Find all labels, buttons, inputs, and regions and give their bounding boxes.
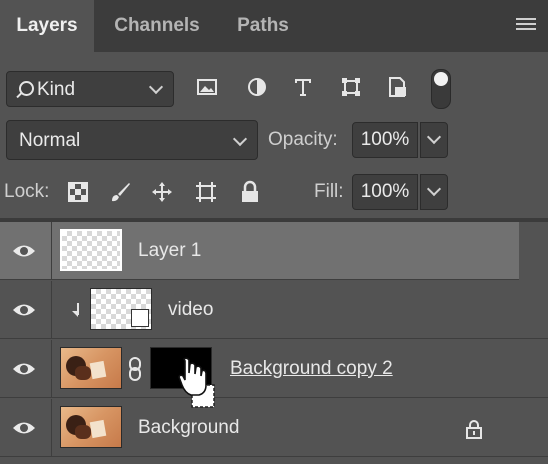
lock-row: Lock: Fill: 100% [0, 170, 548, 214]
blend-row: Normal Opacity: 100% [0, 120, 548, 160]
opacity-input[interactable]: 100% [352, 122, 418, 158]
kind-filter-label: Kind [37, 79, 76, 100]
fill-label: Fill: [314, 181, 344, 202]
chevron-down-icon [426, 181, 442, 197]
blend-mode-dropdown[interactable]: Normal [6, 120, 258, 160]
smart-object-badge-icon [131, 309, 149, 327]
layer-name[interactable]: video [168, 281, 213, 339]
lock-position-icon[interactable] [150, 180, 174, 204]
opacity-dropdown[interactable] [420, 122, 448, 158]
clipping-mask-arrow-icon [72, 303, 79, 317]
blend-mode-label: Normal [19, 130, 81, 151]
eye-icon [13, 245, 35, 257]
layer-row-background[interactable]: Background [0, 399, 548, 457]
tab-channels[interactable]: Channels [94, 0, 220, 52]
lock-artboard-icon[interactable] [194, 180, 218, 204]
link-chain-icon[interactable] [128, 356, 142, 382]
layer-thumbnail[interactable] [60, 347, 122, 389]
type-filter-icon[interactable] [292, 76, 314, 98]
hand-drag-cursor-icon [178, 357, 215, 408]
opacity-label: Opacity: [268, 129, 338, 150]
layer-row-background-copy-2[interactable]: Background copy 2 [0, 340, 548, 398]
eye-icon [13, 363, 35, 375]
search-icon [19, 81, 34, 96]
layer-thumbnail[interactable] [60, 229, 122, 271]
eye-icon [13, 304, 35, 316]
chevron-down-icon [426, 129, 442, 145]
chevron-down-icon [148, 79, 164, 95]
kind-filter-dropdown[interactable]: Kind [6, 71, 174, 107]
layer-row-layer-1[interactable]: Layer 1 [0, 222, 519, 280]
layer-name[interactable]: Background copy 2 [230, 340, 393, 398]
lock-icon [466, 420, 482, 439]
panel-menu-icon[interactable] [516, 18, 536, 32]
fill-input[interactable]: 100% [352, 174, 418, 210]
fill-dropdown[interactable] [420, 174, 448, 210]
lock-all-icon[interactable] [238, 180, 262, 204]
smart-object-filter-icon[interactable] [386, 76, 408, 98]
chevron-down-icon [232, 131, 248, 147]
layer-name[interactable]: Layer 1 [138, 222, 201, 280]
eye-icon [13, 422, 35, 434]
filter-row: Kind [0, 66, 548, 109]
visibility-toggle[interactable] [0, 281, 52, 339]
layer-thumbnail[interactable] [90, 288, 152, 330]
filter-toggle[interactable] [431, 69, 451, 109]
visibility-toggle[interactable] [0, 399, 52, 457]
visibility-toggle[interactable] [0, 340, 52, 398]
tab-bar: Layers Channels Paths [0, 0, 548, 52]
image-filter-icon[interactable] [196, 76, 218, 98]
lock-transparent-pixels-icon[interactable] [66, 180, 90, 204]
tab-layers[interactable]: Layers [0, 0, 94, 52]
shape-filter-icon[interactable] [340, 76, 362, 98]
adjustment-filter-icon[interactable] [246, 76, 268, 98]
lock-image-pixels-icon[interactable] [108, 180, 132, 204]
layer-row-video[interactable]: video [0, 281, 548, 339]
visibility-toggle[interactable] [0, 222, 52, 280]
tab-paths[interactable]: Paths [220, 0, 306, 52]
lock-label: Lock: [4, 181, 50, 202]
layer-thumbnail[interactable] [60, 406, 122, 448]
